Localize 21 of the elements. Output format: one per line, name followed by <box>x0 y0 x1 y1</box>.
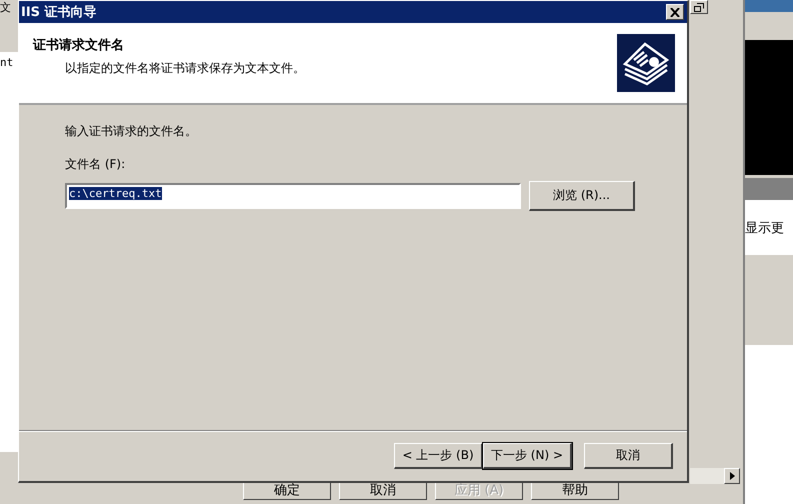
file-name-field[interactable]: c:\certreq.txt <box>65 183 521 209</box>
menu-text: 文 <box>0 0 11 15</box>
scroll-bar[interactable] <box>690 468 740 484</box>
certificate-icon <box>617 34 675 92</box>
right-arrow-icon <box>730 472 734 480</box>
field-label: 文件名 (F): <box>65 156 126 173</box>
tree-text: nt <box>0 56 14 69</box>
restore-icon <box>694 2 704 12</box>
close-icon <box>670 8 680 16</box>
side-text: 显示更 <box>745 220 784 236</box>
wizard-button[interactable]: 下一步 (N) > <box>483 443 572 469</box>
browse-button[interactable]: 浏览 (R)... <box>529 181 635 211</box>
page-title: 证书请求文件名 <box>33 36 125 54</box>
wizard-button[interactable]: 取消 <box>584 443 673 469</box>
close-button[interactable] <box>666 4 684 20</box>
restore-button[interactable] <box>690 0 708 14</box>
window-title: IIS 证书向导 <box>21 4 97 21</box>
page-subtitle: 以指定的文件名将证书请求保存为文本文件。 <box>64 60 305 76</box>
wizard-button[interactable]: < 上一步 (B) <box>394 443 483 469</box>
scroll-right-button[interactable] <box>724 468 740 484</box>
instruction-text: 输入证书请求的文件名。 <box>65 123 198 140</box>
